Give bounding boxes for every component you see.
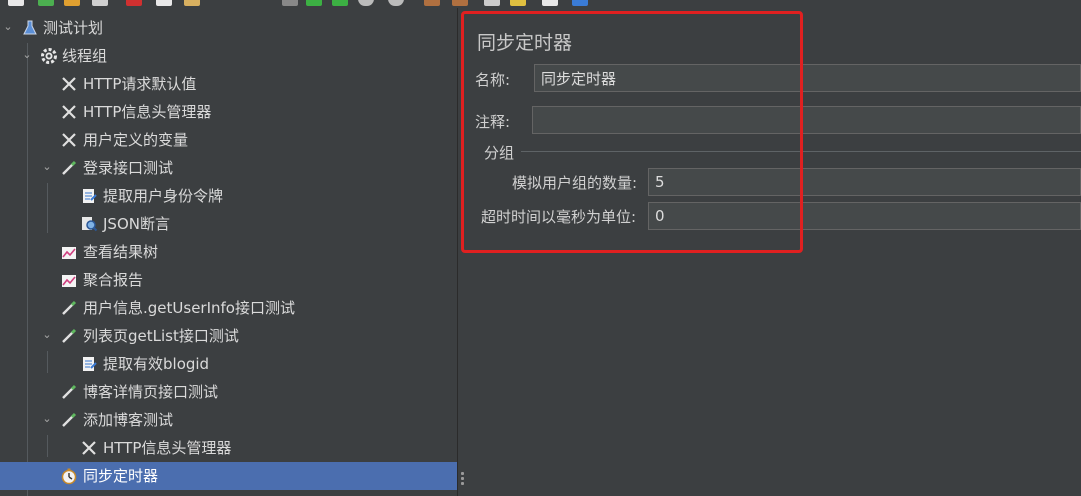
pipette-icon	[60, 411, 78, 429]
comment-field[interactable]	[532, 106, 1081, 134]
shutdown-icon[interactable]	[388, 0, 404, 6]
pipette-icon	[60, 383, 78, 401]
tree-item-label: HTTP信息头管理器	[103, 439, 232, 457]
tree-item-label: 添加博客测试	[83, 411, 174, 429]
wrench-icon	[60, 103, 78, 121]
simulated-users-field[interactable]	[648, 168, 1081, 196]
pipette-icon	[60, 159, 78, 177]
tree-item-label: 用户定义的变量	[83, 131, 189, 149]
templates-icon[interactable]	[38, 0, 54, 6]
extractor-icon	[80, 187, 98, 205]
tree-item-header-manager[interactable]: HTTP信息头管理器	[0, 98, 457, 126]
toolbar	[0, 0, 1081, 8]
tree-item-getuserinfo-test[interactable]: 用户信息.getUserInfo接口测试	[0, 294, 457, 322]
timeout-field[interactable]	[648, 202, 1081, 230]
tree-item-results-tree[interactable]: 查看结果树	[0, 238, 457, 266]
chevron-down-icon[interactable]: ⌄	[41, 412, 53, 426]
wrench-icon	[80, 439, 98, 457]
broom-icon[interactable]	[424, 0, 440, 6]
pipette-icon	[60, 327, 78, 345]
tree-item-label: 登录接口测试	[83, 159, 174, 177]
flask-icon	[21, 19, 39, 37]
tree-item-user-variables[interactable]: 用户定义的变量	[0, 126, 457, 154]
tree-item-label: 提取有效blogid	[103, 355, 210, 373]
help-icon[interactable]	[572, 0, 588, 6]
toggle-icon[interactable]	[282, 0, 298, 6]
tree-item-sync-timer[interactable]: 同步定时器	[0, 462, 457, 490]
tree-item-extract-token[interactable]: 提取用户身份令牌	[0, 182, 457, 210]
drag-grip-dot[interactable]	[461, 472, 464, 475]
tree-item-label: HTTP信息头管理器	[83, 103, 212, 121]
graph-icon	[60, 243, 78, 261]
pipette-icon	[60, 299, 78, 317]
chevron-down-icon[interactable]: ⌄	[21, 48, 33, 62]
tree-item-label: 列表页getList接口测试	[83, 327, 239, 345]
cut-icon[interactable]	[126, 0, 142, 6]
paste-icon[interactable]	[184, 0, 200, 6]
magnifier-icon	[80, 215, 98, 233]
gear-icon	[40, 47, 58, 65]
extractor-icon	[80, 355, 98, 373]
split-pane-divider[interactable]	[457, 8, 467, 496]
graph-icon	[60, 271, 78, 289]
tree-item-label: 用户信息.getUserInfo接口测试	[83, 299, 295, 317]
tree-item-json-assertion[interactable]: JSON断言	[0, 210, 457, 238]
timeout-label: 超时时间以毫秒为单位:	[481, 208, 637, 226]
new-icon[interactable]	[8, 0, 24, 6]
tree-item-label: 同步定时器	[83, 467, 159, 485]
save-icon[interactable]	[92, 0, 108, 6]
panel-title: 同步定时器	[477, 32, 573, 54]
name-label: 名称:	[475, 71, 511, 89]
test-plan-tree: ⌄ 测试计划 ⌄ 线程组 HTTP请求默认值 HTTP信息头管理器 用户定义的变…	[0, 8, 457, 496]
tree-item-label: JSON断言	[103, 215, 170, 233]
search-icon[interactable]	[484, 0, 500, 6]
name-field[interactable]	[534, 64, 1081, 92]
stopwatch-icon	[60, 467, 78, 485]
tree-item-test-plan[interactable]: ⌄ 测试计划	[0, 14, 457, 42]
function-helper-icon[interactable]	[542, 0, 558, 6]
simulated-users-label: 模拟用户组的数量:	[512, 174, 638, 192]
tree-item-getlist-test[interactable]: ⌄ 列表页getList接口测试	[0, 322, 457, 350]
tree-item-http-defaults[interactable]: HTTP请求默认值	[0, 70, 457, 98]
tree-item-thread-group[interactable]: ⌄ 线程组	[0, 42, 457, 70]
tree-item-blog-detail-test[interactable]: 博客详情页接口测试	[0, 378, 457, 406]
tree-item-label: 提取用户身份令牌	[103, 187, 224, 205]
tree-item-label: 聚合报告	[83, 271, 144, 289]
drag-grip-dot[interactable]	[461, 482, 464, 485]
tree-item-aggregate-report[interactable]: 聚合报告	[0, 266, 457, 294]
open-icon[interactable]	[64, 0, 80, 6]
stop-icon[interactable]	[358, 0, 374, 6]
reset-search-icon[interactable]	[510, 0, 526, 6]
tree-item-label: 测试计划	[43, 19, 104, 37]
tree-item-login-test[interactable]: ⌄ 登录接口测试	[0, 154, 457, 182]
tree-item-extract-blogid[interactable]: 提取有效blogid	[0, 350, 457, 378]
drag-grip-dot[interactable]	[461, 477, 464, 480]
group-section-border	[521, 151, 1081, 152]
tree-item-label: 线程组	[62, 47, 108, 65]
start-no-pause-icon[interactable]	[332, 0, 348, 6]
copy-icon[interactable]	[156, 0, 172, 6]
start-icon[interactable]	[306, 0, 322, 6]
clear-all-icon[interactable]	[452, 0, 468, 6]
chevron-down-icon[interactable]: ⌄	[41, 328, 53, 342]
tree-item-add-blog-test[interactable]: ⌄ 添加博客测试	[0, 406, 457, 434]
timer-editor-panel: 同步定时器 名称: 注释: 分组 模拟用户组的数量: 超时时间以毫秒为单位:	[467, 8, 1081, 496]
tree-item-label: 查看结果树	[83, 243, 159, 261]
chevron-down-icon[interactable]: ⌄	[2, 20, 14, 34]
wrench-icon	[60, 75, 78, 93]
group-section-title: 分组	[484, 144, 515, 162]
tree-item-label: HTTP请求默认值	[83, 75, 197, 93]
wrench-icon	[60, 131, 78, 149]
tree-item-header-manager-child[interactable]: HTTP信息头管理器	[0, 434, 457, 462]
comment-label: 注释:	[475, 113, 511, 131]
chevron-down-icon[interactable]: ⌄	[41, 160, 53, 174]
tree-item-label: 博客详情页接口测试	[83, 383, 219, 401]
